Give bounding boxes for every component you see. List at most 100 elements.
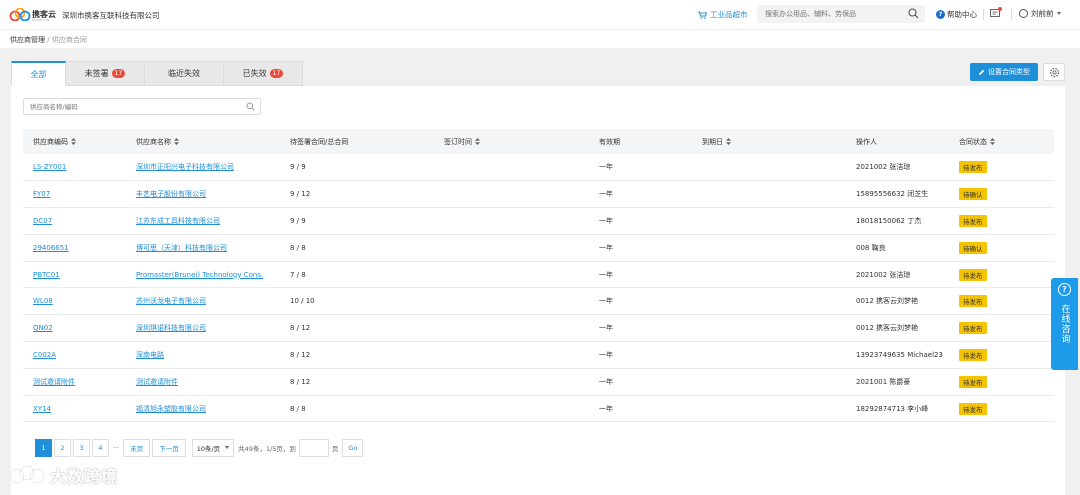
global-search[interactable] (757, 5, 925, 23)
supplier-filter-input[interactable] (30, 101, 230, 112)
table-cell: 29406651 (23, 234, 126, 262)
page-button[interactable]: 3 (73, 438, 90, 457)
last-page-button[interactable]: 末页 (123, 438, 151, 457)
supplier-name-link[interactable]: 测试邀请附件 (136, 378, 178, 386)
table-cell: 0012 携客云刘梦艳 (846, 287, 949, 316)
search-icon[interactable] (246, 102, 255, 111)
supplier-code-link[interactable]: DC07 (33, 217, 52, 225)
supplier-name-link[interactable]: 深圳市正阳兴电子科技有限公司 (136, 163, 234, 171)
table-cell: 待发布 (949, 368, 1054, 396)
sort-icon[interactable] (174, 137, 179, 145)
table-cell: 一年 (589, 154, 692, 182)
validity-period: 一年 (599, 270, 613, 279)
table-row[interactable]: PBTC01 Promaster(Brunei) Technology Cons.… (23, 261, 1054, 289)
supplier-code-link[interactable]: PBTC01 (33, 271, 60, 279)
sort-icon[interactable] (726, 137, 731, 145)
user-menu[interactable]: 刘前前 (1019, 8, 1061, 19)
supplier-name-link[interactable]: 丰艺电子股份有限公司 (136, 190, 206, 198)
table-row[interactable]: XY14 福清旭永塑胶有限公司 8 / 8 一年 18292874713 李小峰 待发布 (23, 395, 1054, 423)
supplier-name-link[interactable]: 江苏东成工具科技有限公司 (136, 217, 220, 225)
tab-near-expiry[interactable]: 临近失效 (145, 61, 224, 86)
table-cell: 9 / 12 (280, 180, 434, 209)
sort-icon[interactable] (71, 137, 76, 145)
table-cell: 一年 (589, 207, 692, 235)
status-badge: 待发布 (959, 214, 987, 227)
mall-label: 工业品超市 (710, 10, 748, 19)
contract-ratio: 7 / 8 (290, 270, 306, 279)
pagination: 1 2 3 4 ··· 末页 下一页 10条/页 共49条，1/5页，到 页 G… (35, 438, 364, 457)
contract-ratio: 9 / 9 (290, 216, 306, 225)
search-icon[interactable] (908, 8, 919, 19)
go-button[interactable]: Go (342, 438, 364, 457)
supplier-code-link[interactable]: LS-ZY001 (33, 163, 66, 171)
column-header-name[interactable]: 供应商名称 (126, 129, 280, 154)
page-button[interactable]: 2 (54, 438, 71, 457)
supplier-code-link[interactable]: 29406651 (33, 244, 69, 252)
supplier-code-link[interactable]: 测试邀请附件 (33, 378, 75, 386)
supplier-name-link[interactable]: 福清旭永塑胶有限公司 (136, 405, 206, 413)
table-cell: 一年 (589, 261, 692, 289)
table-row[interactable]: LS-ZY001 深圳市正阳兴电子科技有限公司 9 / 9 一年 2021002 张洁琼… (23, 154, 1054, 182)
page-size-select[interactable]: 10条/页 (191, 438, 235, 457)
help-center[interactable]: ? 帮助中心 (936, 9, 977, 20)
column-header-code[interactable]: 供应商编码 (23, 129, 126, 154)
table-row[interactable]: WL08 苏州沃龙电子有限公司 10 / 10 一年 0012 携客云刘梦艳 待发布 (23, 287, 1054, 316)
next-page-button[interactable]: 下一页 (152, 438, 186, 457)
message-button[interactable] (990, 7, 1002, 20)
supplier-name-link[interactable]: Promaster(Brunei) Technology Cons. (136, 271, 263, 279)
table-cell: 一年 (589, 234, 692, 262)
validity-period: 一年 (599, 190, 613, 199)
table-cell: LS-ZY001 (23, 154, 126, 182)
table-row[interactable]: 测试邀请附件 测试邀请附件 8 / 12 一年 2021001 陈爵豪 待发布 (23, 368, 1054, 396)
contract-ratio: 8 / 12 (290, 324, 311, 333)
table-cell (434, 261, 589, 289)
supplier-code-link[interactable]: FY07 (33, 190, 50, 198)
operator: 18292874713 李小峰 (856, 404, 929, 413)
column-header-status[interactable]: 合同状态 (949, 129, 1054, 154)
table-row[interactable]: C002A 深南电路 8 / 12 一年 13923749635 Michael23 待发… (23, 341, 1054, 369)
column-header-signed-time[interactable]: 签订时间 (434, 129, 589, 154)
supplier-code-link[interactable]: QN02 (33, 324, 53, 332)
tab-expired[interactable]: 已失效 17 (224, 61, 303, 86)
supplier-code-link[interactable]: WL08 (33, 297, 53, 305)
supplier-name-link[interactable]: 苏州沃龙电子有限公司 (136, 297, 206, 305)
online-consult-button[interactable]: ? 在线咨询 (1051, 278, 1078, 370)
supplier-name-link[interactable]: 深圳琪诺科技有限公司 (136, 324, 206, 332)
table-cell: C002A (23, 341, 126, 369)
table-cell: 一年 (589, 395, 692, 423)
supplier-code-link[interactable]: C002A (33, 351, 56, 359)
validity-period: 一年 (599, 350, 613, 359)
page-jump-input[interactable] (298, 438, 329, 457)
set-contract-type-button[interactable]: 设置合同类型 (970, 63, 1038, 81)
table-cell: 2021002 张洁琼 (846, 261, 949, 289)
watermark-text: 大数跨境 (50, 467, 119, 486)
table-cell: 福清旭永塑胶有限公司 (126, 395, 280, 423)
table-row[interactable]: FY07 丰艺电子股份有限公司 9 / 12 一年 15895556632 闭芝生 待确认 (23, 180, 1054, 209)
table-cell: 18018150062 丁杰 (846, 207, 949, 235)
status-badge: 待发布 (959, 402, 987, 415)
supplier-code-link[interactable]: XY14 (33, 405, 51, 413)
tab-unsigned[interactable]: 未签署 17 (66, 61, 145, 86)
logo[interactable]: 携客云 XIEKEYUN (9, 7, 59, 23)
supplier-name-link[interactable]: 博可思（天津）科技有限公司 (136, 244, 227, 252)
global-search-input[interactable] (765, 8, 905, 20)
user-name: 刘前前 (1031, 9, 1054, 18)
sort-icon[interactable] (990, 137, 995, 145)
tab-all[interactable]: 全部 (11, 61, 66, 86)
table-cell (434, 207, 589, 235)
sort-icon[interactable] (475, 137, 480, 145)
page-button[interactable]: 1 (35, 438, 52, 457)
table-row[interactable]: QN02 深圳琪诺科技有限公司 8 / 12 一年 0012 携客云刘梦艳 待发布 (23, 314, 1054, 343)
column-header-validity: 有效期 (599, 137, 620, 146)
settings-button[interactable] (1043, 63, 1065, 81)
column-header-expiry[interactable]: 到期日 (692, 129, 846, 154)
supplier-name-link[interactable]: 深南电路 (136, 351, 164, 359)
mall-link[interactable]: 工业品超市 (698, 9, 748, 20)
supplier-filter[interactable] (23, 98, 261, 115)
table-row[interactable]: DC07 江苏东成工具科技有限公司 9 / 9 一年 18018150062 丁杰 待发布 (23, 207, 1054, 235)
table-cell: 2021002 张洁琼 (846, 154, 949, 182)
breadcrumb-root[interactable]: 供应商管理 (10, 36, 45, 44)
top-bar: 携客云 XIEKEYUN 深圳市携客互联科技有限公司 工业品超市 ? 帮助中心 … (0, 0, 1080, 30)
page-button[interactable]: 4 (92, 438, 109, 457)
table-row[interactable]: 29406651 博可思（天津）科技有限公司 8 / 8 一年 008 鞠良 待确认 (23, 234, 1054, 262)
